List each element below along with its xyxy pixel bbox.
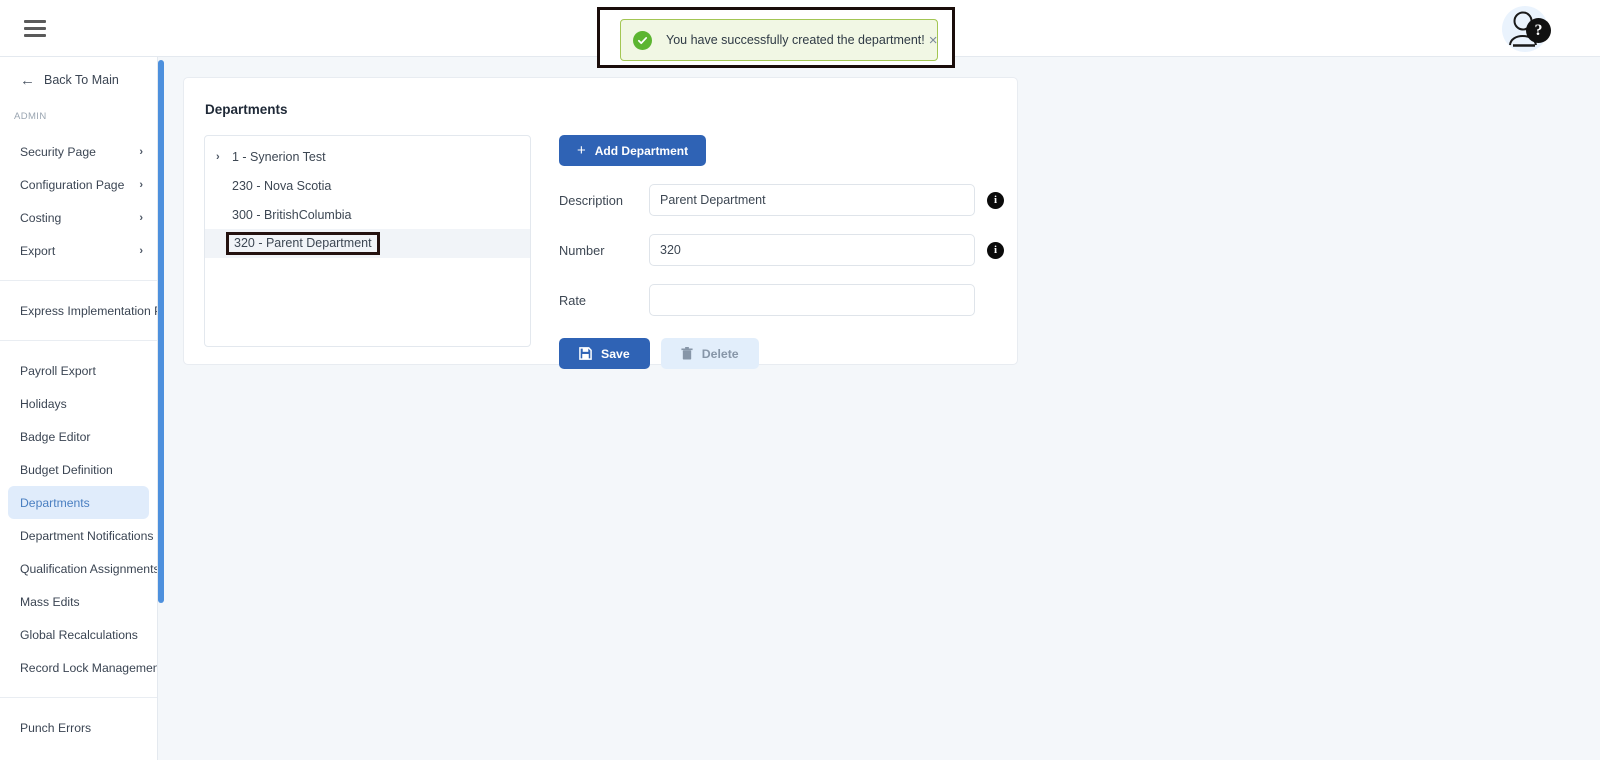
sidebar-item-label: Costing (20, 210, 62, 225)
sidebar-back-to-main[interactable]: ← Back To Main (0, 57, 157, 103)
sidebar-item-label: Departments (20, 495, 90, 510)
sidebar-item-export[interactable]: Export › (0, 234, 157, 267)
check-circle-icon (633, 30, 652, 50)
sidebar-item-budget-definition[interactable]: Budget Definition (0, 453, 157, 486)
delete-button[interactable]: Delete (660, 338, 759, 369)
number-label: Number (559, 242, 605, 258)
field-row-description: Description i (559, 184, 1017, 216)
tree-node-british-columbia[interactable]: 300 - BritishColumbia (205, 200, 530, 229)
hamburger-menu-icon[interactable] (24, 20, 46, 37)
sidebar-back-label: Back To Main (44, 73, 119, 87)
trash-icon (681, 347, 693, 360)
sidebar-group-express: Express Implementation P... (0, 290, 157, 331)
sidebar-section-admin-label: ADMIN (14, 111, 47, 122)
rate-input[interactable] (649, 284, 975, 316)
tree-node-label: 320 - Parent Department (226, 231, 380, 256)
sidebar-item-department-notifications[interactable]: Department Notifications (0, 519, 157, 552)
chevron-right-icon[interactable]: › (216, 151, 232, 163)
tree-node-label: 300 - BritishColumbia (232, 207, 352, 222)
sidebar-item-badge-editor[interactable]: Badge Editor (0, 420, 157, 453)
sidebar-item-record-lock-management[interactable]: Record Lock Management (0, 651, 157, 684)
sidebar-item-costing[interactable]: Costing › (0, 201, 157, 234)
departments-card: Departments › 1 - Synerion Test 230 - No… (183, 77, 1018, 369)
sidebar-item-label: Export (20, 243, 56, 258)
save-label: Save (601, 346, 630, 361)
chevron-right-icon: › (139, 178, 143, 191)
sidebar-item-configuration-page[interactable]: Configuration Page › (0, 168, 157, 201)
sidebar-item-label: Security Page (20, 144, 96, 159)
user-avatar[interactable]: ? (1502, 6, 1551, 52)
chevron-right-icon: › (139, 145, 143, 158)
success-toast: You have successfully created the depart… (620, 19, 938, 61)
toast-message: You have successfully created the depart… (666, 33, 925, 47)
card-body: › 1 - Synerion Test 230 - Nova Scotia 30… (184, 117, 1017, 369)
hamburger-bar (24, 20, 46, 23)
number-input[interactable] (649, 234, 975, 266)
field-row-rate: Rate (559, 284, 1017, 316)
save-button[interactable]: Save (559, 338, 650, 369)
sidebar-item-punch-errors[interactable]: Punch Errors (0, 711, 157, 744)
tree-node-parent-department[interactable]: 320 - Parent Department (205, 229, 530, 258)
page-title: Departments (205, 102, 288, 117)
plus-icon: + (577, 142, 586, 159)
tree-node-label: 230 - Nova Scotia (232, 178, 332, 193)
sidebar: ← Back To Main ADMIN Security Page › Con… (0, 57, 158, 760)
rate-label: Rate (559, 292, 587, 308)
sidebar-group-errors: Punch Errors (0, 707, 157, 748)
sidebar-item-mass-edits[interactable]: Mass Edits (0, 585, 157, 618)
sidebar-item-holidays[interactable]: Holidays (0, 387, 157, 420)
sidebar-item-departments[interactable]: Departments (8, 486, 149, 519)
description-input[interactable] (649, 184, 975, 216)
sidebar-item-label: Configuration Page (20, 177, 125, 192)
main-content: Departments › 1 - Synerion Test 230 - No… (164, 57, 1600, 760)
info-icon[interactable]: i (987, 191, 1004, 209)
app-root: ? You have successfully created the depa… (0, 0, 1600, 760)
form-actions: Save Delete (559, 338, 1017, 369)
hamburger-bar (24, 27, 46, 30)
sidebar-divider (0, 340, 157, 341)
chevron-right-icon: › (139, 211, 143, 224)
sidebar-group-admin: Security Page › Configuration Page › Cos… (0, 131, 157, 271)
save-disk-icon (579, 347, 592, 360)
chevron-right-icon: › (139, 244, 143, 257)
toast-close-icon[interactable]: × (925, 31, 942, 50)
field-row-number: Number i (559, 234, 1017, 266)
sidebar-item-express-implementation[interactable]: Express Implementation P... (0, 294, 157, 327)
hamburger-bar (24, 34, 46, 37)
delete-label: Delete (701, 346, 739, 361)
description-label: Description (559, 192, 624, 208)
sidebar-item-payroll-export[interactable]: Payroll Export (0, 354, 157, 387)
sidebar-scrollbar[interactable] (158, 60, 164, 603)
sidebar-item-security-page[interactable]: Security Page › (0, 135, 157, 168)
sidebar-divider (0, 280, 157, 281)
sidebar-divider (0, 697, 157, 698)
add-department-button[interactable]: + Add Department (559, 135, 707, 166)
tree-node-label: 1 - Synerion Test (232, 149, 326, 164)
add-department-label: Add Department (594, 143, 689, 158)
sidebar-group-main: Payroll Export Holidays Badge Editor Bud… (0, 350, 157, 688)
info-icon[interactable]: i (987, 241, 1004, 259)
help-icon[interactable]: ? (1526, 18, 1551, 43)
tree-node-nova-scotia[interactable]: 230 - Nova Scotia (205, 171, 530, 200)
toast-annotation-box: You have successfully created the depart… (597, 7, 955, 68)
tree-node-root[interactable]: › 1 - Synerion Test (205, 142, 530, 171)
department-form: + Add Department Description i Number i (531, 135, 1017, 369)
arrow-left-icon: ← (20, 71, 35, 89)
department-tree: › 1 - Synerion Test 230 - Nova Scotia 30… (204, 135, 531, 347)
sidebar-item-global-recalculations[interactable]: Global Recalculations (0, 618, 157, 651)
sidebar-item-qualification-assignments[interactable]: Qualification Assignments (0, 552, 157, 585)
